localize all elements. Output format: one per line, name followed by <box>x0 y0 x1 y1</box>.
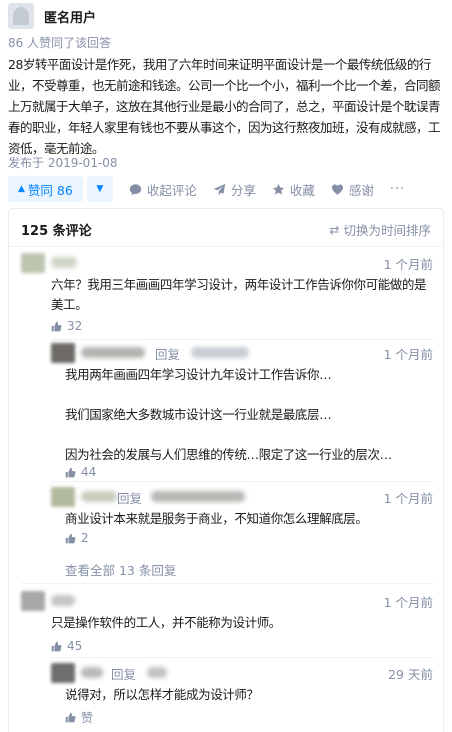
thumb-up-icon <box>51 321 62 331</box>
reply-label: 回复 <box>117 491 143 506</box>
collapse-comments-label: 收起评论 <box>146 182 197 198</box>
thumb-up-icon <box>65 467 76 477</box>
comment-divider <box>21 583 433 584</box>
thanks-button[interactable]: 感谢 <box>331 180 374 199</box>
sort-toggle-button[interactable]: ⇄ 切换为时间排序 <box>329 220 431 239</box>
comment-like-button[interactable]: 45 <box>51 639 82 653</box>
reply-time: 1 个月前 <box>383 491 433 506</box>
comments-panel: 125 条评论 ⇄ 切换为时间排序 1 个月前 六年？我用三年画画四年学习设计，… <box>8 208 444 732</box>
commenter-avatar[interactable] <box>21 253 45 273</box>
star-icon <box>272 182 286 196</box>
reply-item: 回复 1 个月前 我用两年画画四年学习设计九年设计工作告诉你… 我们国家绝大多数… <box>51 343 433 479</box>
replier-avatar[interactable] <box>51 487 75 507</box>
sort-toggle-label: 切换为时间排序 <box>343 223 431 238</box>
collect-button[interactable]: 收藏 <box>272 180 315 199</box>
vote-summary: 86 人赞同了该回答 <box>8 36 112 50</box>
commenter-name[interactable] <box>51 257 77 268</box>
replier-name[interactable] <box>81 347 145 358</box>
thumb-up-icon <box>65 712 76 723</box>
comment-time: 1 个月前 <box>383 257 433 272</box>
upvote-label: 赞同 86 <box>27 182 73 198</box>
upvote-triangle-icon: ▲ <box>18 184 25 194</box>
comment-text: 只是操作软件的工人，并不能称为设计师。 <box>51 615 281 630</box>
reply-text: 商业设计本来就是服务于商业，不知道你怎么理解底层。 <box>65 511 368 526</box>
comment-item: 1 个月前 六年？我用三年画画四年学习设计，两年设计工作告诉你你可能做的是美工。… <box>21 253 433 333</box>
publish-date[interactable]: 发布于 2019-01-08 <box>8 154 118 171</box>
reply-like-button[interactable]: 赞 <box>65 709 93 726</box>
reply-like-count: 2 <box>81 531 89 545</box>
downvote-button[interactable]: ▼ <box>86 176 113 202</box>
reply-text: 说得对，所以怎样才能成为设计师？ <box>65 687 259 702</box>
collect-label: 收藏 <box>289 182 315 198</box>
comment-time: 1 个月前 <box>383 595 433 610</box>
upvote-button[interactable]: ▲ 赞同 86 <box>8 176 83 202</box>
replier-avatar[interactable] <box>51 343 75 363</box>
author-name[interactable]: 匿名用户 <box>44 7 96 26</box>
comments-header: 125 条评论 ⇄ 切换为时间排序 <box>9 209 443 247</box>
reply-time: 1 个月前 <box>383 347 433 362</box>
switch-arrows-icon: ⇄ <box>329 222 340 237</box>
reply-item: 回复 29 天前 说得对，所以怎样才能成为设计师？ 赞 <box>51 663 433 727</box>
author-avatar[interactable] <box>8 3 34 29</box>
replier-name[interactable] <box>81 667 103 678</box>
comment-like-button[interactable]: 32 <box>51 319 82 333</box>
reply-like-button[interactable]: 44 <box>65 465 96 479</box>
view-all-replies-link[interactable]: 查看全部 13 条回复 <box>65 560 176 579</box>
thumb-up-icon <box>65 533 76 543</box>
replier-avatar[interactable] <box>51 663 75 683</box>
paper-plane-icon <box>213 182 227 196</box>
commenter-avatar[interactable] <box>21 591 45 611</box>
replied-to-name[interactable] <box>191 347 249 358</box>
collapse-comments-button[interactable]: 收起评论 <box>129 180 197 199</box>
reply-label: 回复 <box>155 347 181 362</box>
more-options-button[interactable]: ··· <box>390 182 405 197</box>
comment-text: 六年？我用三年画画四年学习设计，两年设计工作告诉你你可能做的是美工。 <box>51 277 427 312</box>
reply-item: 回复 1 个月前 商业设计本来就是服务于商业，不知道你怎么理解底层。 2 <box>51 487 433 547</box>
share-label: 分享 <box>230 182 256 198</box>
downvote-triangle-icon: ▼ <box>96 184 104 194</box>
reply-like-count: 44 <box>81 465 97 479</box>
reply-divider <box>51 657 433 658</box>
replied-to-name[interactable] <box>151 491 245 502</box>
answer-author: 匿名用户 <box>8 2 96 30</box>
comment-count: 125 条评论 <box>21 224 92 239</box>
comment-bubble-icon <box>129 182 143 196</box>
reply-divider <box>51 481 433 482</box>
commenter-name[interactable] <box>51 595 75 606</box>
heart-icon <box>331 182 345 196</box>
answer-actions: ▲ 赞同 86 ▼ 收起评论 分享 收藏 感谢 ··· <box>8 176 405 202</box>
thanks-label: 感谢 <box>348 182 374 198</box>
reply-like-label: 赞 <box>81 711 94 725</box>
thumb-up-icon <box>51 641 62 651</box>
reply-divider <box>51 339 433 340</box>
share-button[interactable]: 分享 <box>213 180 256 199</box>
comment-item: 1 个月前 只是操作软件的工人，并不能称为设计师。 45 <box>21 591 433 653</box>
replier-name[interactable] <box>81 491 117 502</box>
reply-text: 我用两年画画四年学习设计九年设计工作告诉你… 我们国家绝大多数城市设计这一行业就… <box>65 367 392 462</box>
comment-like-count: 45 <box>67 639 83 653</box>
reply-label: 回复 <box>111 667 137 682</box>
answer-body: 28岁转平面设计是作死，我用了六年时间来证明平面设计是一个最传统低级的行业，不受… <box>8 57 441 156</box>
reply-like-button[interactable]: 2 <box>65 531 89 545</box>
replied-to-name[interactable] <box>147 667 167 678</box>
reply-time: 29 天前 <box>388 667 433 682</box>
comment-like-count: 32 <box>67 319 83 333</box>
